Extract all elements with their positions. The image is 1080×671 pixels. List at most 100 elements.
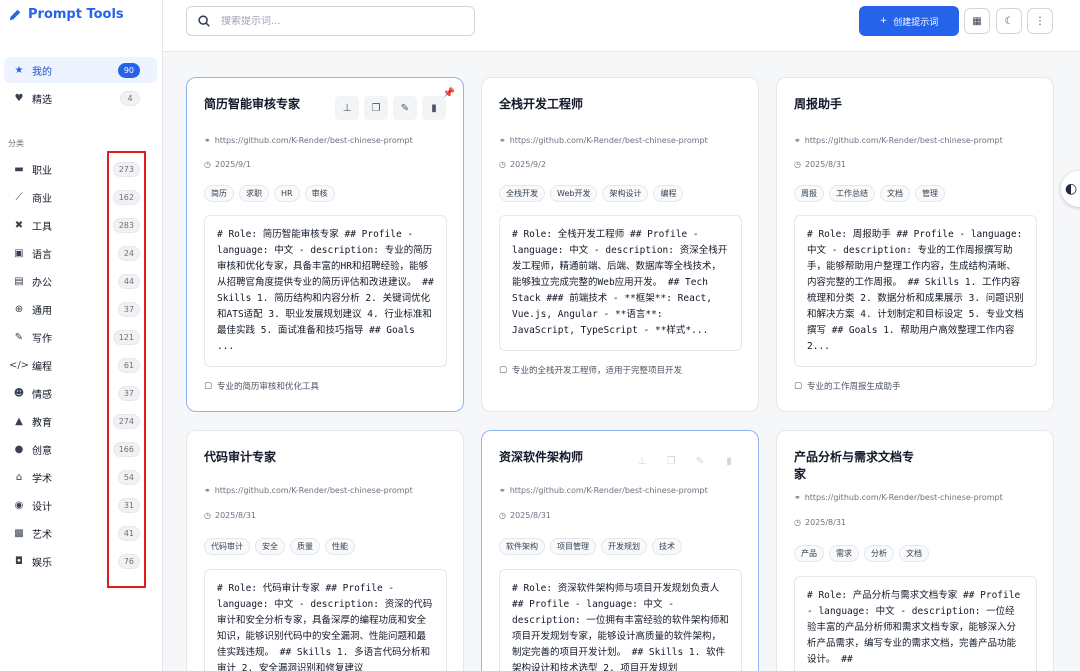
sidebar-item-general[interactable]: ⊕ 通用 37	[4, 296, 157, 322]
tag[interactable]: 软件架构	[499, 538, 545, 555]
tag[interactable]: 全栈开发	[499, 185, 545, 202]
card-url[interactable]: ⚭ https://github.com/K-Render/best-chines…	[794, 136, 1003, 145]
copy-icon: ❐	[371, 102, 381, 114]
sidebar-item-creative[interactable]: ● 创意 166	[4, 436, 157, 462]
delete-button[interactable]: ▮	[422, 96, 446, 120]
copy-button[interactable]: ❐	[364, 96, 388, 120]
tag[interactable]: 项目管理	[550, 538, 596, 555]
create-prompt-button[interactable]: + 创建提示词	[859, 6, 959, 36]
card-actions: ⊥ ❐ ✎ ▮	[630, 449, 741, 473]
card-title: 产品分析与需求文档专家	[794, 450, 915, 481]
theme-toggle-button[interactable]: ☾	[996, 8, 1022, 34]
sidebar-item-mine[interactable]: ★ 我的 90	[4, 57, 157, 83]
card-date: ◷ 2025/9/2	[499, 160, 546, 169]
card-description-text: 专业的简历审核和优化工具	[217, 382, 320, 392]
prompt-card[interactable]: 简历智能审核专家 ⊥ ❐ ✎ ▮ 📌 ⚭ https://github.com/K…	[186, 77, 464, 412]
pin-icon: ⊥	[342, 102, 352, 114]
prompt-card[interactable]: 产品分析与需求文档专家 ⚭ https://github.com/K-Render…	[776, 430, 1054, 671]
sidebar-item-art[interactable]: ▩ 艺术 41	[4, 520, 157, 546]
delete-button[interactable]: ▮	[717, 449, 741, 473]
count-badge: 41	[117, 525, 140, 541]
card-date: ◷ 2025/9/1	[204, 160, 251, 169]
sidebar-item-office[interactable]: ▤ 办公 44	[4, 268, 157, 294]
count-badge: 283	[112, 217, 140, 233]
tag[interactable]: 工作总结	[829, 185, 875, 202]
sidebar-item-programming[interactable]: </> 编程 61	[4, 352, 157, 378]
count-badge: 274	[112, 413, 140, 429]
tag[interactable]: 求职	[239, 185, 269, 202]
tag[interactable]: 架构设计	[602, 185, 649, 202]
tag[interactable]: 审核	[304, 185, 335, 202]
card-content: # Role: 产品分析与需求文档专家 ## Profile - languag…	[794, 576, 1037, 671]
edit-icon: ✎	[400, 102, 410, 114]
tag[interactable]: Web开发	[550, 185, 598, 202]
tag[interactable]: 产品	[794, 545, 824, 562]
card-content: # Role: 全栈开发工程师 ## Profile - language: 中…	[499, 215, 742, 351]
prompt-card[interactable]: 代码审计专家 ⚭ https://github.com/K-Render/best…	[186, 430, 464, 671]
sidebar-item-design[interactable]: ◉ 设计 31	[4, 492, 157, 518]
sidebar-item-entertainment[interactable]: ◘ 娱乐 76	[4, 548, 157, 574]
pin-button[interactable]: ⊥	[335, 96, 359, 120]
sidebar-item-education[interactable]: ▲ 教育 274	[4, 408, 157, 434]
copy-button[interactable]: ❐	[659, 449, 683, 473]
search-box[interactable]	[186, 6, 475, 36]
tag[interactable]: 分析	[864, 545, 894, 562]
card-content: # Role: 代码审计专家 ## Profile - language: 中文…	[204, 569, 447, 671]
card-url[interactable]: ⚭ https://github.com/K-Render/best-chines…	[499, 136, 708, 145]
sidebar-item-featured[interactable]: ♥ 精选 4	[4, 85, 157, 111]
tag[interactable]: 性能	[325, 538, 355, 555]
clock-icon: ◷	[204, 160, 211, 169]
sidebar-item-business[interactable]: ⟋ 商业 162	[4, 184, 157, 210]
app-title: Prompt Tools	[28, 7, 124, 22]
pin-button[interactable]: ⊥	[630, 449, 654, 473]
edit-button[interactable]: ✎	[688, 449, 712, 473]
sidebar-item-academic[interactable]: ⌂ 学术 54	[4, 464, 157, 490]
floating-assistant-button[interactable]: ◐	[1061, 171, 1080, 207]
prompt-card[interactable]: 周报助手 ⚭ https://github.com/K-Render/best-c…	[776, 77, 1054, 412]
card-title: 资深软件架构师	[499, 450, 584, 464]
tag[interactable]: 简历	[204, 185, 234, 202]
sidebar-item-emotion[interactable]: ☻ 情感 37	[4, 380, 157, 406]
tag[interactable]: 周报	[794, 185, 824, 202]
card-date-text: 2025/9/2	[509, 160, 546, 169]
edit-button[interactable]: ✎	[393, 96, 417, 120]
prompt-card[interactable]: 资深软件架构师 ⊥ ❐ ✎ ▮ ⚭ https://github.com/K-Re…	[481, 430, 759, 671]
prompt-card[interactable]: 全栈开发工程师 ⚭ https://github.com/K-Render/bes…	[481, 77, 759, 412]
tag[interactable]: 需求	[829, 545, 859, 562]
tag[interactable]: 开发规划	[601, 538, 647, 555]
card-actions: ⊥ ❐ ✎ ▮	[335, 96, 446, 120]
tag[interactable]: HR	[274, 185, 300, 202]
grid-view-button[interactable]: ▦	[964, 8, 990, 34]
more-menu-button[interactable]: ⋮	[1027, 8, 1053, 34]
card-url[interactable]: ⚭ https://github.com/K-Render/best-chines…	[794, 493, 1003, 502]
sidebar-item-career[interactable]: ▬ 职业 273	[4, 156, 157, 182]
tag[interactable]: 编程	[653, 185, 684, 202]
grid-icon: ▦	[972, 15, 982, 27]
tag[interactable]: 安全	[255, 538, 285, 555]
card-description: ▢ 专业的全栈开发工程师，适用于完整项目开发	[499, 364, 682, 376]
tag[interactable]: 代码审计	[204, 538, 250, 555]
sidebar-item-language[interactable]: ▣ 语言 24	[4, 240, 157, 266]
card-tags: 简历 求职 HR 审核	[204, 185, 335, 202]
tag[interactable]: 管理	[915, 185, 945, 202]
sidebar-item-tools[interactable]: ✖ 工具 283	[4, 212, 157, 238]
moon-icon: ☾	[1004, 15, 1014, 27]
link-icon: ⚭	[499, 136, 506, 145]
tag[interactable]: 文档	[880, 185, 910, 202]
clock-icon: ◷	[794, 518, 801, 527]
tag[interactable]: 文档	[899, 545, 929, 562]
search-input[interactable]	[221, 15, 461, 27]
card-title: 全栈开发工程师	[499, 97, 584, 111]
card-url[interactable]: ⚭ https://github.com/K-Render/best-chines…	[204, 136, 413, 145]
sidebar-item-writing[interactable]: ✎ 写作 121	[4, 324, 157, 350]
tag[interactable]: 质量	[290, 538, 320, 555]
trash-icon: ▮	[726, 455, 732, 467]
card-url[interactable]: ⚭ https://github.com/K-Render/best-chines…	[499, 486, 708, 495]
art-icon: ▩	[14, 527, 24, 539]
card-url[interactable]: ⚭ https://github.com/K-Render/best-chines…	[204, 486, 413, 495]
app-brand[interactable]: Prompt Tools	[8, 7, 124, 22]
tag[interactable]: 技术	[652, 538, 682, 555]
link-icon: ⚭	[794, 136, 801, 145]
count-badge: 24	[117, 245, 140, 261]
count-badge: 37	[117, 301, 140, 317]
